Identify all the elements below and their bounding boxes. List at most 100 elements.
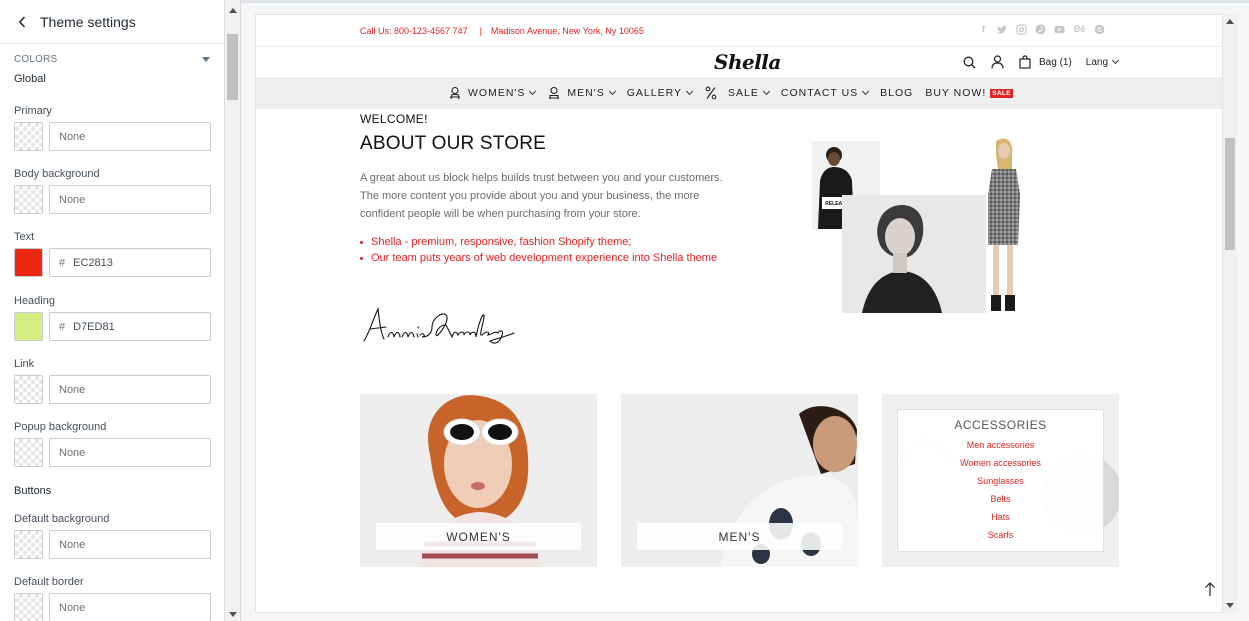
scroll-down-icon[interactable] [1226,603,1234,608]
panel-title: Theme settings [40,13,136,30]
preview-top-border [241,0,1249,3]
back-to-top-icon[interactable] [1203,580,1217,598]
chevron-left-icon [18,15,26,28]
color-swatch[interactable] [14,438,43,467]
color-input[interactable]: None [49,438,211,467]
color-swatch[interactable] [14,530,43,559]
caret-down-icon [202,56,210,62]
category-men[interactable]: MEN'S [621,394,858,567]
section-label: COLORS [14,53,58,65]
nav-label: CONTACT US [780,87,859,99]
social-links: f Bē S [978,24,1105,35]
color-swatch[interactable] [14,312,43,341]
preview-scrollbar[interactable] [1223,14,1237,613]
nav-womens[interactable]: WOMEN'S [448,86,537,100]
field-label: Body background [14,168,100,180]
percent-icon [704,86,718,100]
nav-label: MEN'S [567,87,605,99]
color-input[interactable]: None [49,593,211,621]
colors-section-toggle[interactable]: COLORS [0,45,224,73]
about-text: A great about us block helps builds trus… [360,172,723,220]
field-label: Link [14,358,35,370]
behance-icon[interactable]: Bē [1073,24,1086,35]
youtube-icon[interactable] [1054,24,1065,35]
color-swatch[interactable] [14,375,43,404]
twitter-icon[interactable] [997,24,1008,35]
address-text: Madison Avenue, New York, Ny 10065 [490,26,644,36]
color-swatch[interactable] [14,248,43,277]
field-label: Text [14,231,35,243]
scroll-thumb[interactable] [227,34,238,100]
about-title: ABOUT OUR STORE [360,133,546,154]
nav-label: BUY NOW! [925,87,987,99]
color-value: D7ED81 [73,320,115,333]
color-input[interactable]: # D7ED81 [49,312,211,341]
list-item: Our team puts years of web development e… [360,250,730,266]
nav-sale[interactable]: SALE [704,86,770,100]
color-swatch[interactable] [14,593,43,621]
nav-buy-now[interactable]: BUY NOW! SALE [925,87,1013,99]
accessories-title: ACCESSORIES [954,418,1047,432]
contact-separator: | [479,26,482,36]
field-label: Heading [14,295,55,307]
nav-label: SALE [728,87,759,99]
theme-settings-panel: Theme settings COLORS Global Primary Non… [0,0,225,621]
pinterest-icon[interactable] [1035,24,1046,35]
bag-label[interactable]: Bag (1) [1039,57,1072,68]
color-input[interactable]: None [49,530,211,559]
popup-background-field: Popup background None [14,421,211,467]
svg-text:S: S [1097,27,1102,34]
accessories-link[interactable]: Sunglasses [898,472,1103,490]
chevron-down-icon [685,87,694,95]
search-icon[interactable] [962,55,976,69]
color-input[interactable]: None [49,375,211,404]
nav-label: WOMEN'S [468,87,526,99]
accessories-link[interactable]: Scarfs [898,526,1103,544]
nav-contact-us[interactable]: CONTACT US [780,87,870,99]
accessories-link[interactable]: Hats [898,508,1103,526]
scroll-up-icon[interactable] [1226,19,1234,24]
nav-gallery[interactable]: GALLERY [626,87,694,99]
field-label: Default background [14,513,110,525]
account-icon[interactable] [990,55,1004,69]
bag-icon[interactable] [1018,55,1032,69]
hash-prefix: # [59,256,66,269]
instagram-icon[interactable] [1016,24,1027,35]
category-women[interactable]: WOMEN'S [360,394,597,567]
heading-color-field: Heading # D7ED81 [14,295,211,341]
welcome-text: WELCOME! [360,112,428,126]
accessories-link[interactable]: Women accessories [898,454,1103,472]
scroll-thumb[interactable] [1225,138,1235,250]
accessories-link[interactable]: Belts [898,490,1103,508]
lang-selector[interactable]: Lang [1085,56,1120,68]
scroll-down-icon[interactable] [229,612,237,617]
primary-color-field: Primary None [14,105,211,151]
photo-woman-portrait [842,195,986,313]
buttons-group-title: Buttons [14,485,52,497]
color-swatch[interactable] [14,122,43,151]
category-label: MEN'S [637,523,842,550]
category-accessories: ACCESSORIES Men accessories Women access… [882,394,1119,567]
about-bullets: Shella - premium, responsive, fashion Sh… [360,234,730,266]
store-logo[interactable]: Shella [714,50,781,74]
photo-woman-dress [988,138,1020,311]
accessories-link[interactable]: Men accessories [898,436,1103,454]
color-swatch[interactable] [14,185,43,214]
accessories-menu: ACCESSORIES Men accessories Women access… [897,409,1104,552]
nav-label: GALLERY [626,87,683,99]
scroll-up-icon[interactable] [229,8,237,13]
back-button[interactable] [14,14,30,30]
nav-blog[interactable]: BLOG [880,87,913,99]
lang-label: Lang [1085,56,1109,68]
chevron-down-icon [862,87,870,95]
list-item: Shella - premium, responsive, fashion Sh… [360,234,730,250]
color-input[interactable]: None [49,122,211,151]
color-input[interactable]: # EC2813 [49,248,211,277]
facebook-icon[interactable]: f [978,24,989,35]
nav-mens[interactable]: MEN'S [547,86,616,100]
store-topbar: Call Us: 800-123-4567 747 | Madison Avenue… [256,15,1222,47]
contact-info: Call Us: 800-123-4567 747 | Madison Avenue… [360,26,644,36]
color-input[interactable]: None [49,185,211,214]
panel-scrollbar[interactable] [225,0,241,621]
skype-icon[interactable]: S [1094,24,1105,35]
